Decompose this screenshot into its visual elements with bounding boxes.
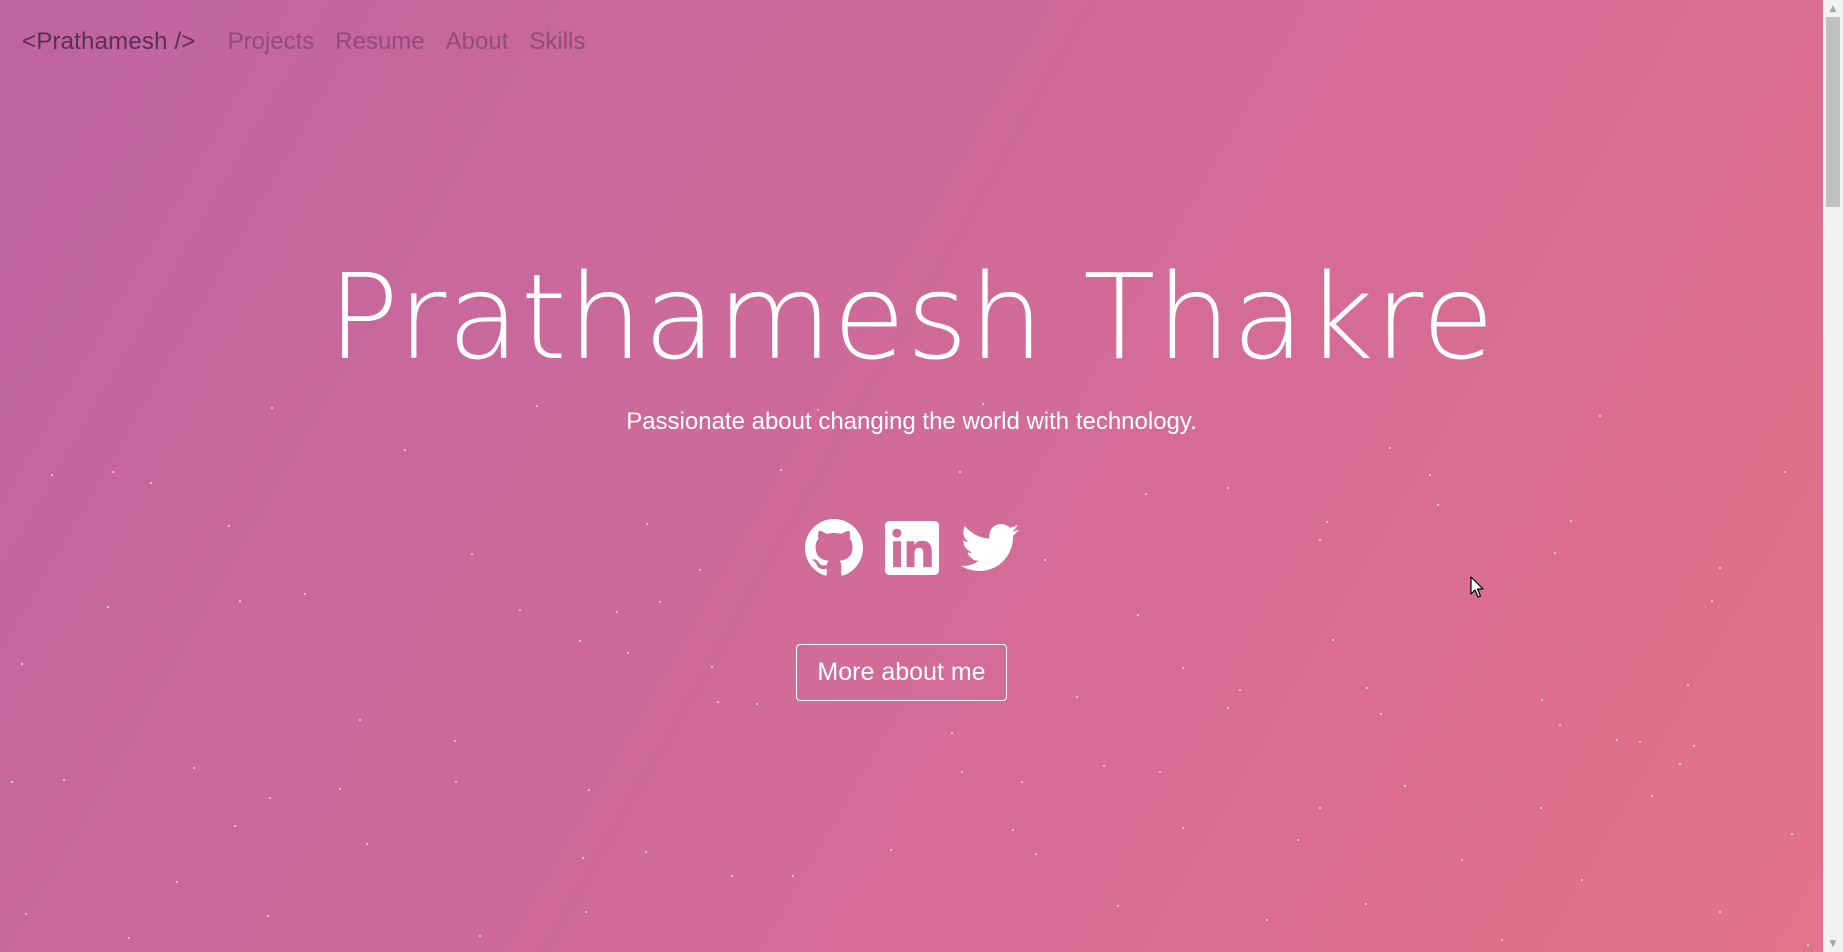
hero-tagline: Passionate about changing the world with… xyxy=(626,408,1197,435)
nav-link-projects[interactable]: Projects xyxy=(228,28,315,56)
nav-link-about[interactable]: About xyxy=(446,28,509,56)
particle-stars xyxy=(11,403,1809,946)
social-links xyxy=(0,519,1823,577)
vertical-scrollbar[interactable]: ▲ ▼ xyxy=(1823,0,1843,952)
nav-link-resume[interactable]: Resume xyxy=(335,28,424,56)
brand-logo[interactable]: <Prathamesh /> xyxy=(22,28,196,56)
scroll-up-icon[interactable]: ▲ xyxy=(1823,0,1843,17)
more-about-me-button[interactable]: More about me xyxy=(796,644,1007,701)
linkedin-icon xyxy=(884,521,939,575)
github-icon xyxy=(804,519,863,576)
linkedin-link[interactable] xyxy=(883,519,941,577)
scroll-down-icon[interactable]: ▼ xyxy=(1823,935,1843,952)
mouse-cursor-icon xyxy=(1470,576,1484,598)
github-link[interactable] xyxy=(804,519,863,577)
hero-background: <Prathamesh /> Projects Resume About Ski… xyxy=(0,0,1823,952)
hero-name: Prathamesh Thakre xyxy=(327,248,1496,386)
twitter-link[interactable] xyxy=(960,519,1019,577)
twitter-icon xyxy=(960,523,1019,571)
scrollbar-thumb[interactable] xyxy=(1826,17,1840,207)
nav-link-skills[interactable]: Skills xyxy=(529,28,585,56)
navbar: <Prathamesh /> Projects Resume About Ski… xyxy=(22,22,606,62)
